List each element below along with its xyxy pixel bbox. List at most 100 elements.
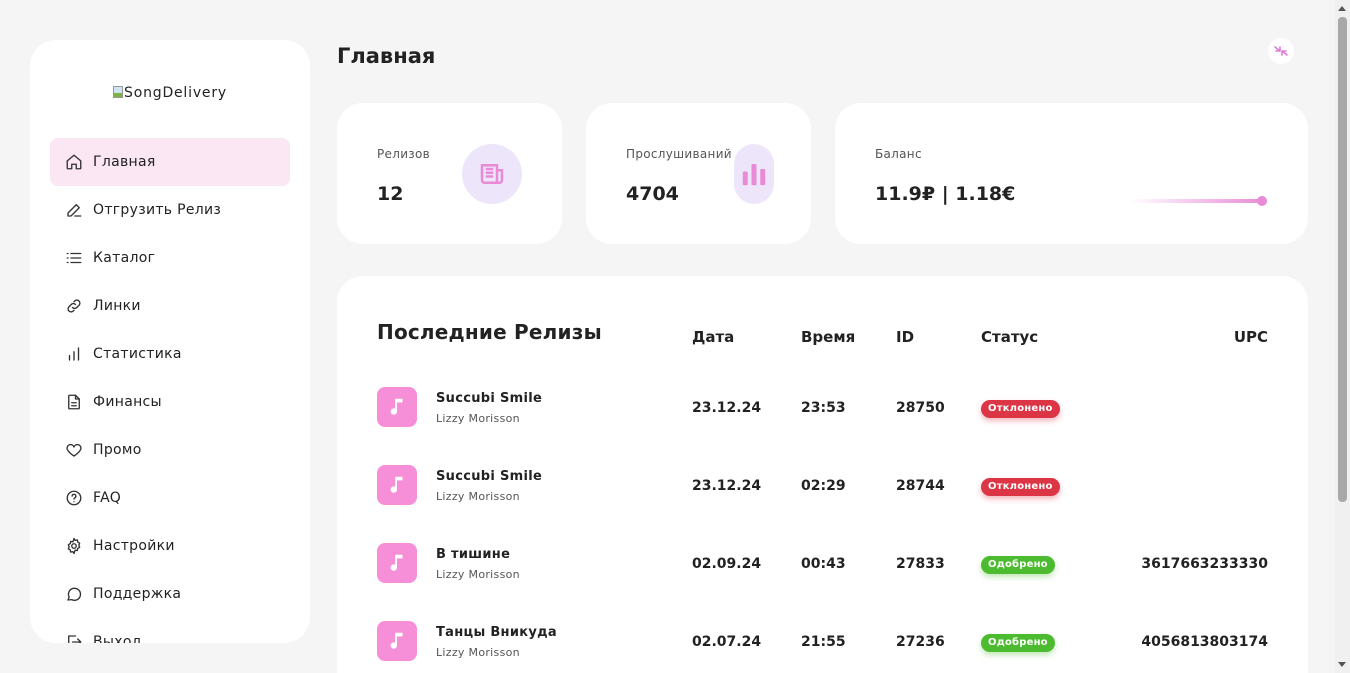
logout-icon — [65, 633, 83, 643]
streams-count-card: Прослушиваний 4704 — [586, 103, 811, 244]
sidebar-item-faq[interactable]: FAQ — [50, 474, 290, 522]
page-title: Главная — [337, 44, 436, 68]
cover-art — [377, 465, 417, 505]
music-note-icon — [390, 554, 403, 571]
sidebar-item-label: Промо — [93, 442, 142, 458]
sidebar-item-logout[interactable]: Выход — [50, 618, 290, 643]
sidebar-item-upload-release[interactable]: Отгрузить Релиз — [50, 186, 290, 234]
pencil-icon — [65, 201, 83, 219]
track-artist: Lizzy Morisson — [436, 646, 520, 659]
track-artist: Lizzy Morisson — [436, 490, 520, 503]
document-icon — [65, 393, 83, 411]
scrollbar-thumb[interactable] — [1338, 17, 1347, 502]
sidebar-item-label: Финансы — [93, 394, 162, 410]
release-time: 00:43 — [801, 556, 846, 572]
release-date: 23.12.24 — [692, 400, 762, 416]
cover-art — [377, 387, 417, 427]
gear-icon — [65, 537, 83, 555]
release-id: 27833 — [896, 556, 945, 572]
streams-count-label: Прослушиваний — [626, 147, 732, 161]
release-id: 28744 — [896, 478, 945, 494]
sidebar-item-catalog[interactable]: Каталог — [50, 234, 290, 282]
cover-art — [377, 621, 417, 661]
sidebar-item-home[interactable]: Главная — [50, 138, 290, 186]
track-title: В тишине — [436, 547, 511, 562]
sidebar-item-label: FAQ — [93, 490, 122, 506]
sidebar-item-label: Выход — [93, 634, 142, 643]
release-date: 23.12.24 — [692, 478, 762, 494]
list-icon — [65, 249, 83, 267]
page-scrollbar[interactable] — [1335, 0, 1350, 673]
table-row[interactable]: Succubi Smile Lizzy Morisson 23.12.24 23… — [337, 387, 1308, 427]
releases-count-value: 12 — [377, 183, 404, 205]
sidebar-item-finance[interactable]: Финансы — [50, 378, 290, 426]
releases-count-card: Релизов 12 — [337, 103, 562, 244]
balance-label: Баланс — [875, 147, 922, 161]
track-title: Succubi Smile — [436, 391, 543, 406]
column-header-status: Статус — [981, 328, 1039, 346]
sidebar: SongDelivery Главная Отгрузить Релиз Кат… — [30, 40, 310, 643]
release-upc: 4056813803174 — [1141, 634, 1268, 650]
broken-image-icon — [113, 86, 124, 98]
release-id: 27236 — [896, 634, 945, 650]
track-artist: Lizzy Morisson — [436, 568, 520, 581]
table-row[interactable]: В тишине Lizzy Morisson 02.09.24 00:43 2… — [337, 543, 1308, 583]
column-header-time: Время — [801, 328, 856, 346]
recent-releases-title: Последние Релизы — [377, 320, 602, 344]
sidebar-item-label: Статистика — [93, 346, 182, 362]
logo[interactable]: SongDelivery — [30, 85, 310, 101]
cover-art — [377, 543, 417, 583]
sidebar-item-settings[interactable]: Настройки — [50, 522, 290, 570]
balance-progress-bar — [1130, 196, 1267, 206]
release-time: 23:53 — [801, 400, 846, 416]
collapse-button[interactable] — [1268, 38, 1294, 64]
sidebar-item-label: Каталог — [93, 250, 156, 266]
streams-count-value: 4704 — [626, 183, 679, 205]
bar-chart-icon — [65, 345, 83, 363]
balance-value: 11.9₽ | 1.18€ — [875, 183, 1016, 205]
scroll-down-arrow-icon[interactable] — [1338, 662, 1346, 667]
sidebar-item-label: Линки — [93, 298, 141, 314]
sidebar-item-label: Отгрузить Релиз — [93, 202, 222, 218]
chat-icon — [65, 585, 83, 603]
table-row[interactable]: Танцы Вникуда Lizzy Morisson 02.07.24 21… — [337, 621, 1308, 661]
release-id: 28750 — [896, 400, 945, 416]
column-header-upc: UPC — [1233, 328, 1268, 346]
sidebar-item-support[interactable]: Поддержка — [50, 570, 290, 618]
home-icon — [65, 153, 83, 171]
status-badge: Отклонено — [981, 478, 1060, 496]
balance-card: Баланс 11.9₽ | 1.18€ — [835, 103, 1308, 244]
sidebar-nav: Главная Отгрузить Релиз Каталог Линки Ст… — [50, 138, 290, 643]
release-time: 21:55 — [801, 634, 846, 650]
column-header-date: Дата — [692, 328, 735, 346]
release-time: 02:29 — [801, 478, 846, 494]
link-icon — [65, 297, 83, 315]
music-note-icon — [390, 476, 403, 493]
question-icon — [65, 489, 83, 507]
sidebar-item-links[interactable]: Линки — [50, 282, 290, 330]
sidebar-item-label: Поддержка — [93, 586, 182, 602]
newspaper-icon — [462, 144, 522, 204]
music-note-icon — [390, 398, 403, 415]
heart-icon — [65, 441, 83, 459]
table-row[interactable]: Succubi Smile Lizzy Morisson 23.12.24 02… — [337, 465, 1308, 505]
recent-releases-panel: Последние Релизы Дата Время ID Статус UP… — [337, 276, 1308, 673]
music-note-icon — [390, 632, 403, 649]
status-badge: Одобрено — [981, 634, 1055, 652]
track-artist: Lizzy Morisson — [436, 412, 520, 425]
bar-chart-icon — [734, 144, 774, 204]
sidebar-item-label: Главная — [93, 154, 156, 170]
status-badge: Отклонено — [981, 400, 1060, 418]
logo-alt-text: SongDelivery — [124, 85, 227, 101]
track-title: Succubi Smile — [436, 469, 543, 484]
balance-progress-knob — [1257, 196, 1267, 206]
collapse-icon — [1274, 46, 1288, 56]
column-header-id: ID — [896, 328, 915, 346]
sidebar-item-statistics[interactable]: Статистика — [50, 330, 290, 378]
scroll-up-arrow-icon[interactable] — [1338, 6, 1346, 11]
status-badge: Одобрено — [981, 556, 1055, 574]
sidebar-item-promo[interactable]: Промо — [50, 426, 290, 474]
release-date: 02.09.24 — [692, 556, 762, 572]
releases-count-label: Релизов — [377, 147, 430, 161]
sidebar-item-label: Настройки — [93, 538, 175, 554]
